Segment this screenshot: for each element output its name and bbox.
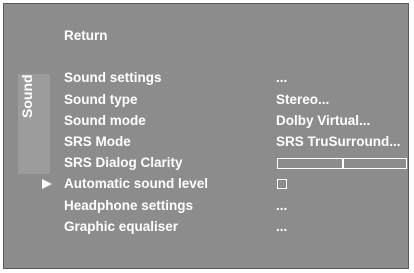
sound-menu-panel: Sound Return Sound settings ... Sound ty… bbox=[3, 3, 409, 269]
graphic-equaliser-label: Graphic equaliser bbox=[64, 219, 179, 234]
srs-dialog-clarity-label: SRS Dialog Clarity bbox=[64, 155, 183, 170]
sound-type-label: Sound type bbox=[64, 92, 138, 107]
menu-item-sound-settings[interactable]: Sound settings ... bbox=[4, 68, 408, 88]
sound-settings-value: ... bbox=[276, 70, 288, 85]
graphic-equaliser-value: ... bbox=[276, 219, 288, 234]
menu-item-sound-mode[interactable]: Sound mode Dolby Virtual... bbox=[4, 111, 408, 131]
sound-mode-label: Sound mode bbox=[64, 113, 146, 128]
automatic-sound-level-label: Automatic sound level bbox=[64, 176, 209, 191]
menu-item-srs-dialog-clarity[interactable]: SRS Dialog Clarity bbox=[4, 153, 408, 173]
sound-type-value: Stereo... bbox=[276, 92, 330, 107]
menu-item-srs-mode[interactable]: SRS Mode SRS TruSurround... bbox=[4, 132, 408, 152]
srs-dialog-clarity-slider[interactable] bbox=[277, 158, 407, 169]
srs-mode-value: SRS TruSurround... bbox=[276, 134, 401, 149]
selection-arrow-icon bbox=[42, 179, 52, 189]
menu-item-sound-type[interactable]: Sound type Stereo... bbox=[4, 90, 408, 110]
return-label: Return bbox=[64, 28, 108, 43]
sound-menu: Return Sound settings ... Sound type Ste… bbox=[4, 4, 408, 268]
menu-item-graphic-equaliser[interactable]: Graphic equaliser ... bbox=[4, 217, 408, 237]
menu-item-headphone-settings[interactable]: Headphone settings ... bbox=[4, 196, 408, 216]
headphone-settings-label: Headphone settings bbox=[64, 198, 194, 213]
automatic-sound-level-checkbox[interactable] bbox=[277, 179, 287, 189]
headphone-settings-value: ... bbox=[276, 198, 288, 213]
srs-mode-label: SRS Mode bbox=[64, 134, 131, 149]
sound-settings-label: Sound settings bbox=[64, 70, 162, 85]
menu-item-automatic-sound-level[interactable]: Automatic sound level bbox=[4, 174, 408, 194]
sound-mode-value: Dolby Virtual... bbox=[276, 113, 371, 128]
slider-level-marker bbox=[342, 159, 344, 168]
menu-item-return[interactable]: Return bbox=[4, 26, 408, 46]
